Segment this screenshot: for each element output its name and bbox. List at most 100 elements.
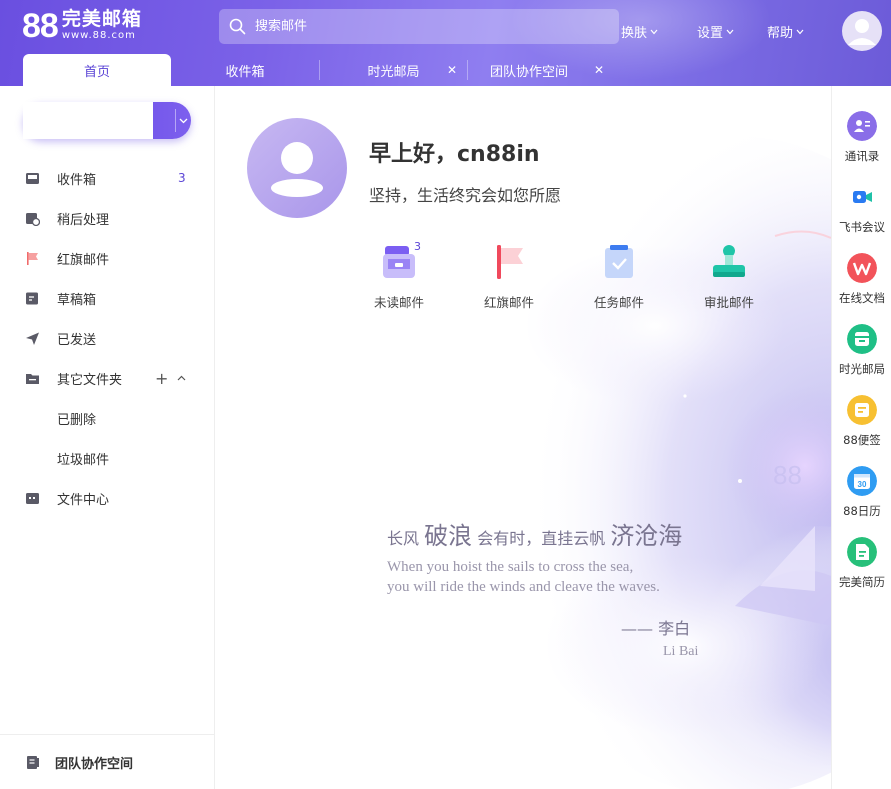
inbox-icon [26,172,39,184]
top-header: 88 完美邮箱 www.88.com 换肤 设置 帮助 首页 收件箱 [0,0,891,86]
sidebar-item-label: 其它文件夹 [57,372,123,388]
sidebar-item-spam[interactable]: 垃圾邮件 [0,438,214,478]
approval-mail-icon [713,245,745,277]
quote-author-english: Li Bai [663,644,699,659]
chevron-down-icon [179,118,188,123]
tool-label: 在线文档 [839,291,885,305]
close-icon[interactable]: ✕ [594,63,604,77]
pen-icon [56,114,72,128]
tool-contacts[interactable]: 通讯录 [832,111,891,173]
sidebar-item-inbox[interactable]: 收件箱 3 [0,158,214,198]
tool-label: 完美简历 [839,575,885,589]
chevron-down-icon [726,29,734,34]
quick-label: 红旗邮件 [483,295,534,310]
sidebar-item-label: 文件中心 [57,492,110,508]
unread-count-badge: 3 [178,171,186,185]
tool-time-post[interactable]: 时光邮局 [832,324,891,386]
sidebar-item-label: 红旗邮件 [57,252,110,268]
tool-label: 通讯录 [844,149,880,163]
clock-icon [26,212,40,226]
greeting-title: 早上好，cn88in [369,142,540,167]
team-space-link[interactable]: 团队协作空间 [0,734,214,789]
sidebar-item-file-center[interactable]: 文件中心 [0,478,214,518]
tool-perfect-resume[interactable]: 完美简历 [832,537,891,599]
sidebar-item-label: 垃圾邮件 [57,452,110,468]
sidebar-item-label: 收件箱 [57,172,97,188]
search-icon [229,18,246,35]
quick-label: 任务邮件 [593,295,644,310]
quote-part: 济沧海 [610,522,683,550]
close-icon[interactable]: ✕ [447,63,457,77]
tab-inbox[interactable]: 收件箱 [171,54,319,86]
tool-label: 88便签 [843,433,881,447]
quick-red-flag-mail[interactable]: 红旗邮件 [464,240,554,310]
daily-quote: 长风 破浪 会有时，直挂云帆 济沧海 When you hoist the sa… [387,516,698,659]
calendar-day: 30 [858,480,867,489]
unread-mail-icon [383,246,415,278]
note-icon [847,395,877,425]
compose-main[interactable]: 写信 [23,102,153,139]
right-toolbar: 通讯录 飞书会议 在线文档 时光邮局 88便签 30 88日历 完美简历 [831,86,891,789]
user-icon [848,19,876,45]
add-folder-button[interactable]: + [155,369,168,388]
resume-icon [847,537,877,567]
quick-approval-mail[interactable]: 审批邮件 [684,240,774,310]
help-menu[interactable]: 帮助 [767,22,804,41]
sidebar-item-label: 已发送 [57,332,97,348]
quick-unread-mail[interactable]: 3 未读邮件 [354,240,444,310]
search-box[interactable] [219,9,619,44]
tool-online-docs[interactable]: 在线文档 [832,253,891,315]
logo-url: www.88.com [61,30,136,41]
sidebar-item-label: 草稿箱 [57,292,97,308]
user-avatar-button[interactable] [842,11,882,51]
compose-label: 写信 [84,112,121,132]
tool-label: 时光邮局 [839,362,885,376]
tab-team-space[interactable]: 团队协作空间 ✕ [468,54,614,86]
skin-menu[interactable]: 换肤 [621,22,658,41]
profile-avatar[interactable] [247,118,347,218]
quick-label: 未读邮件 [373,295,424,310]
time-post-icon [847,324,877,354]
sidebar-item-sent[interactable]: 已发送 [0,318,214,358]
compose-dropdown[interactable] [176,102,191,139]
sidebar-item-deleted[interactable]: 已删除 [0,398,214,438]
settings-menu[interactable]: 设置 [697,22,734,41]
logo[interactable]: 88 完美邮箱 www.88.com [22,8,142,44]
tool-88-notes[interactable]: 88便签 [832,395,891,457]
video-meeting-icon [853,191,872,203]
tab-label: 首页 [83,64,110,80]
tool-label: 88日历 [843,504,881,518]
sidebar-item-later[interactable]: 稍后处理 [0,198,214,238]
quote-part: 会有时，直挂云帆 [477,529,606,548]
help-menu-label: 帮助 [767,26,794,41]
sidebar-item-other-folders[interactable]: 其它文件夹 + [0,358,214,398]
calendar-icon: 30 [847,466,877,496]
quote-author: —— 李白 [621,619,691,638]
tab-time-post[interactable]: 时光邮局 ✕ [320,54,467,86]
quote-english-line: you will ride the winds and cleave the w… [387,579,660,595]
skin-menu-label: 换肤 [621,26,648,41]
chevron-down-icon [650,29,658,34]
quick-task-mail[interactable]: 任务邮件 [574,240,664,310]
tab-home[interactable]: 首页 [23,54,171,86]
team-space-label: 团队协作空间 [55,756,134,772]
compose-button[interactable]: 写信 [23,102,191,139]
send-icon [26,332,39,345]
task-mail-icon [605,245,633,278]
search-input[interactable] [255,19,585,34]
draft-icon [26,292,38,304]
chevron-up-icon[interactable] [177,375,186,381]
svg-text:88: 88 [773,460,802,490]
file-center-icon [26,492,39,504]
user-icon [271,142,323,197]
sidebar-item-drafts[interactable]: 草稿箱 [0,278,214,318]
tool-feishu-meeting[interactable]: 飞书会议 [832,182,891,244]
sidebar-item-label: 稍后处理 [57,212,110,228]
tool-88-calendar[interactable]: 30 88日历 [832,466,891,528]
wps-icon [847,253,877,283]
red-flag-icon [27,251,38,265]
settings-menu-label: 设置 [697,26,724,41]
quote-part: 长风 [387,529,420,548]
sidebar-item-red-flag[interactable]: 红旗邮件 [0,238,214,278]
tab-label: 时光邮局 [367,64,420,80]
